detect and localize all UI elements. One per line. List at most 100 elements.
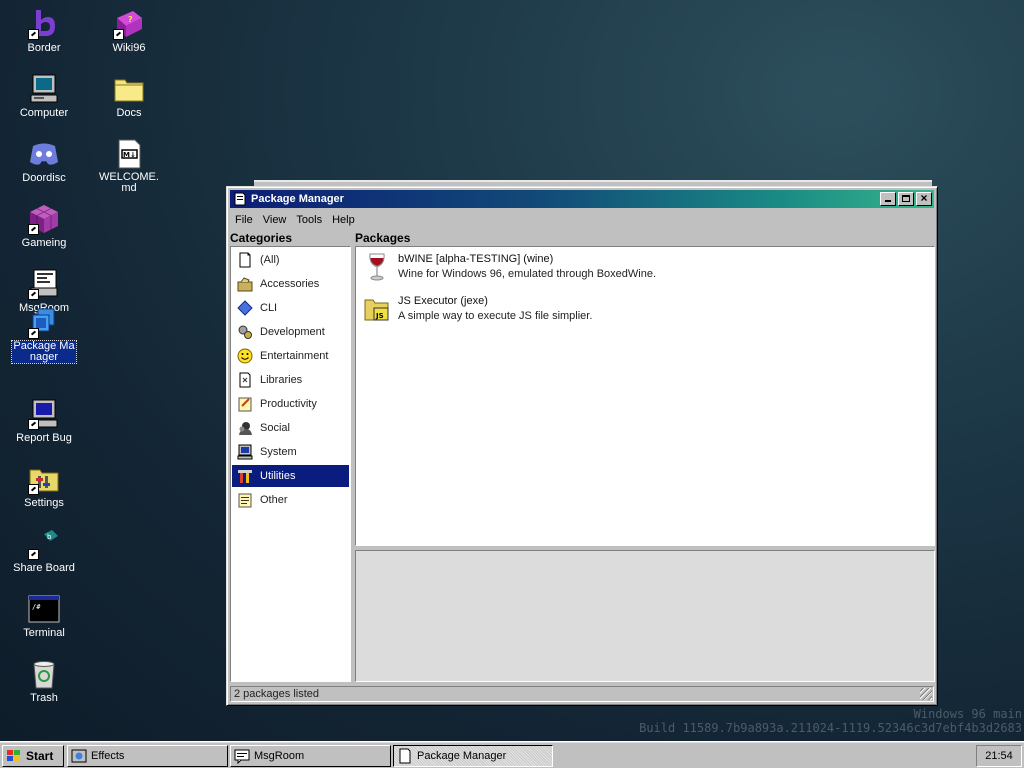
desktop-icon-package-manager[interactable]: Package Manager xyxy=(9,307,79,364)
category-libraries[interactable]: Libraries xyxy=(232,369,349,391)
category-label: CLI xyxy=(260,302,278,314)
minimize-button[interactable] xyxy=(880,192,896,206)
category-label: Libraries xyxy=(260,374,303,386)
package-manager-window: Package Manager × File View Tools Help C… xyxy=(226,186,938,706)
watermark-line-2: Build 11589.7b9a893a.211024-1119.52346c3… xyxy=(639,721,1022,735)
trash-icon xyxy=(28,658,60,690)
category-label: Utilities xyxy=(260,470,296,482)
msgroom-icon xyxy=(28,268,60,300)
menu-file[interactable]: File xyxy=(230,214,258,226)
categories-list: (All) Accessories CLI Development Entert… xyxy=(230,246,351,682)
desktop-icon-label: Gameing xyxy=(21,237,67,249)
desktop-icon-doordisc[interactable]: Doordisc xyxy=(9,138,79,184)
package-item-js-executor[interactable]: JS JS Executor (jexe) A simple way to ex… xyxy=(364,294,592,328)
packages-heading: Packages xyxy=(355,231,411,245)
package-item-bwine[interactable]: bWINE [alpha-TESTING] (wine) Wine for Wi… xyxy=(364,252,656,286)
development-icon xyxy=(238,325,252,339)
category-all[interactable]: (All) xyxy=(232,249,349,271)
start-label: Start xyxy=(26,749,54,763)
desktop-icon-border[interactable]: Border xyxy=(9,8,79,54)
menu-help[interactable]: Help xyxy=(327,214,360,226)
menu-view[interactable]: View xyxy=(258,214,292,226)
desktop-icon-label: Terminal xyxy=(23,627,65,639)
libraries-icon xyxy=(239,372,251,388)
windows-logo-icon xyxy=(7,750,20,761)
category-entertainment[interactable]: Entertainment xyxy=(232,345,349,367)
task-button-msgroom[interactable]: MsgRoom xyxy=(230,745,391,767)
all-icon xyxy=(239,252,251,268)
category-social[interactable]: Social xyxy=(232,417,349,439)
svg-text:b: b xyxy=(47,533,52,541)
package-manager-title-icon xyxy=(234,192,246,206)
svg-text:M↓: M↓ xyxy=(123,151,136,159)
cli-diamond-icon xyxy=(237,300,253,316)
package-description: Wine for Windows 96, emulated through Bo… xyxy=(398,268,657,280)
doordisc-icon xyxy=(28,138,60,170)
desktop-icon-gameing[interactable]: Gameing xyxy=(9,203,79,249)
desktop-icon-settings[interactable]: Settings xyxy=(9,463,79,509)
package-manager-icon xyxy=(28,307,60,339)
desktop-icon-label: Package Manager xyxy=(11,340,77,364)
build-watermark: Windows 96 main Build 11589.7b9a893a.2110… xyxy=(639,707,1022,735)
close-icon: × xyxy=(920,191,928,205)
category-label: (All) xyxy=(260,254,280,266)
svg-text:JS: JS xyxy=(375,312,384,320)
folder-icon xyxy=(113,73,145,105)
category-development[interactable]: Development xyxy=(232,321,349,343)
desktop-icon-trash[interactable]: Trash xyxy=(9,658,79,704)
desktop-icon-report-bug[interactable]: Report Bug xyxy=(9,398,79,444)
package-description: A simple way to execute JS file simplier… xyxy=(398,310,593,322)
window-titlebar[interactable]: Package Manager × xyxy=(230,190,934,208)
desktop-icon-label: Settings xyxy=(24,497,64,509)
status-bar: 2 packages listed xyxy=(230,686,934,702)
settings-icon xyxy=(28,463,60,495)
category-label: Entertainment xyxy=(260,350,329,362)
resize-grip[interactable] xyxy=(920,688,932,700)
msgroom-icon xyxy=(234,749,250,764)
task-button-package-manager[interactable]: Package Manager xyxy=(393,745,553,767)
task-label: Package Manager xyxy=(417,750,507,762)
category-label: Accessories xyxy=(260,278,320,290)
category-cli[interactable]: CLI xyxy=(232,297,349,319)
category-productivity[interactable]: Productivity xyxy=(232,393,349,415)
smiley-icon xyxy=(237,348,253,364)
package-title: JS Executor (jexe) xyxy=(398,295,488,307)
markdown-file-icon: M↓ xyxy=(113,138,145,170)
task-button-effects[interactable]: Effects xyxy=(67,745,228,767)
desktop-icon-welcome[interactable]: M↓ WELCOME.md xyxy=(94,138,164,194)
category-accessories[interactable]: Accessories xyxy=(232,273,349,295)
desktop-icon-label: Computer xyxy=(19,107,69,119)
svg-text:?: ? xyxy=(128,15,133,24)
category-system[interactable]: System xyxy=(232,441,349,463)
desktop-icon-label: Share Board xyxy=(13,562,75,574)
desktop-icon-label: Report Bug xyxy=(16,432,72,444)
close-button[interactable]: × xyxy=(916,191,932,206)
maximize-button[interactable] xyxy=(898,192,914,206)
maximize-icon xyxy=(902,195,910,202)
category-label: Development xyxy=(260,326,325,338)
desktop-icon-wiki96[interactable]: ? Wiki96 xyxy=(94,8,164,54)
desktop-icon-share-board[interactable]: b Share Board xyxy=(9,528,79,574)
desktop-icon-label: Doordisc xyxy=(22,172,66,184)
category-utilities[interactable]: Utilities xyxy=(232,465,349,487)
report-bug-icon xyxy=(28,398,60,430)
start-button[interactable]: Start xyxy=(2,745,64,767)
desktop-icon-docs[interactable]: Docs xyxy=(94,73,164,119)
watermark-line-1: Windows 96 main xyxy=(913,707,1022,721)
system-icon xyxy=(237,444,253,460)
clock: 21:54 xyxy=(985,750,1013,762)
desktop-icon-label: Trash xyxy=(30,692,58,704)
system-tray-clock[interactable]: 21:54 xyxy=(976,745,1022,767)
category-other[interactable]: Other xyxy=(232,489,349,511)
task-label: Effects xyxy=(91,750,125,762)
terminal-icon: /# xyxy=(28,593,60,625)
computer-icon xyxy=(28,73,60,105)
social-icon xyxy=(239,422,252,435)
desktop-icon-label: Border xyxy=(27,42,61,54)
package-details-pane xyxy=(355,550,935,682)
js-folder-icon: JS xyxy=(364,299,389,321)
desktop-icon-computer[interactable]: Computer xyxy=(9,73,79,119)
menu-tools[interactable]: Tools xyxy=(291,214,327,226)
category-label: Productivity xyxy=(260,398,317,410)
desktop-icon-terminal[interactable]: /# Terminal xyxy=(9,593,79,639)
